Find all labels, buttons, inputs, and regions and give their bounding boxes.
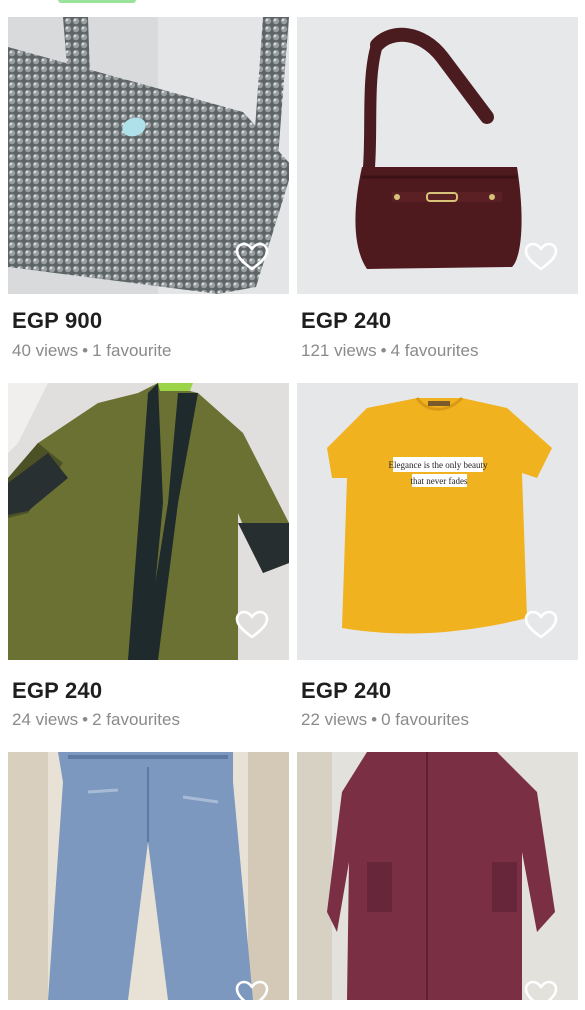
favourites-count: 0 favourites bbox=[381, 710, 469, 729]
listing-photo[interactable] bbox=[297, 752, 578, 1000]
heart-outline-icon[interactable] bbox=[235, 610, 269, 640]
separator: • bbox=[82, 341, 89, 360]
listing-card[interactable]: EGP 240 121 views • 4 favourites bbox=[297, 17, 578, 367]
views-count: 121 views bbox=[301, 341, 377, 360]
favourites-count: 2 favourites bbox=[92, 710, 180, 729]
listing-card[interactable] bbox=[297, 752, 578, 1009]
listing-stats: 24 views • 2 favourites bbox=[12, 710, 180, 730]
heart-outline-icon[interactable] bbox=[235, 980, 269, 1010]
heart-outline-icon[interactable] bbox=[524, 242, 558, 272]
listing-stats: 40 views • 1 favourite bbox=[12, 341, 171, 361]
heart-outline-icon[interactable] bbox=[524, 980, 558, 1010]
separator: • bbox=[371, 710, 378, 729]
listing-card[interactable]: Elegance is the only beauty that never f… bbox=[297, 383, 578, 733]
views-count: 24 views bbox=[12, 710, 79, 729]
denim-jeans-image bbox=[8, 752, 289, 1000]
listing-card[interactable]: EGP 900 40 views • 1 favourite bbox=[8, 17, 289, 367]
favourites-count: 4 favourites bbox=[390, 341, 479, 360]
listing-stats: 22 views • 0 favourites bbox=[301, 710, 469, 730]
views-count: 22 views bbox=[301, 710, 368, 729]
tshirt-print-line1: Elegance is the only beauty bbox=[389, 460, 488, 470]
burgundy-cardigan-image bbox=[297, 752, 578, 1000]
listing-stats: 121 views • 4 favourites bbox=[301, 341, 478, 361]
tshirt-print-line2: that never fades bbox=[411, 476, 468, 486]
separator: • bbox=[82, 710, 89, 729]
listing-price: EGP 240 bbox=[12, 678, 103, 703]
active-tab-indicator bbox=[58, 0, 136, 3]
views-count: 40 views bbox=[12, 341, 79, 360]
separator: • bbox=[380, 341, 387, 360]
listing-photo[interactable] bbox=[8, 752, 289, 1000]
favourites-count: 1 favourite bbox=[92, 341, 172, 360]
listing-card[interactable]: EGP 240 24 views • 2 favourites bbox=[8, 383, 289, 733]
listing-price: EGP 240 bbox=[301, 678, 392, 703]
listing-price: EGP 900 bbox=[12, 308, 103, 333]
listing-price: EGP 240 bbox=[301, 308, 392, 333]
heart-outline-icon[interactable] bbox=[235, 242, 269, 272]
heart-outline-icon[interactable] bbox=[524, 610, 558, 640]
listing-card[interactable] bbox=[8, 752, 289, 1009]
